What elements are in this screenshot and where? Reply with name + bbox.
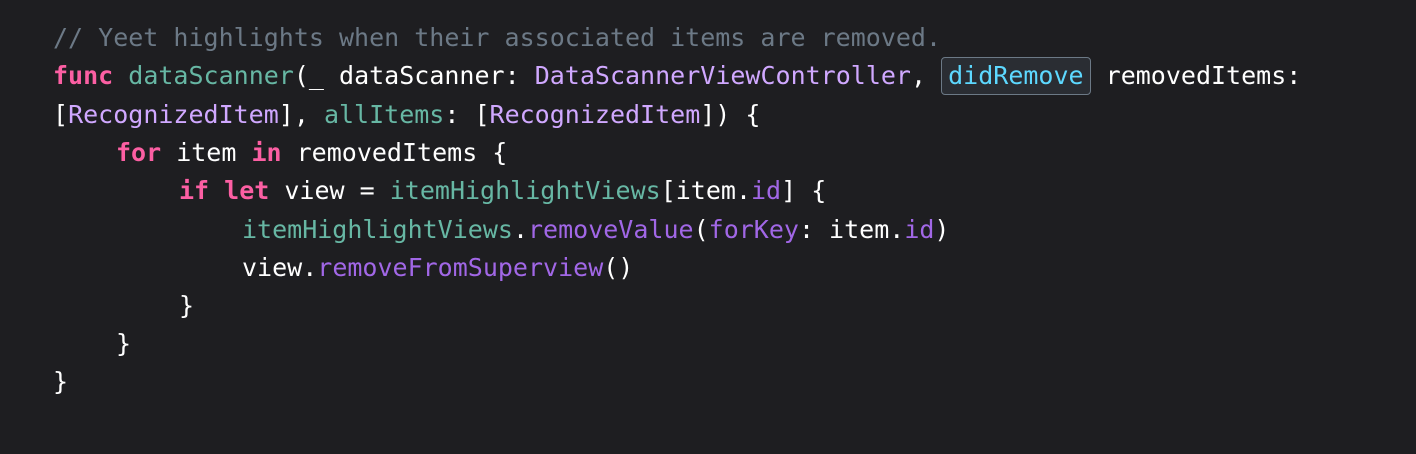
code-token: item: [161, 138, 252, 167]
code-token: : item.: [798, 215, 905, 244]
property-name: id: [904, 215, 935, 244]
keyword-for: for: [116, 138, 162, 167]
closing-brace: }: [179, 291, 195, 320]
code-token: view.: [242, 253, 318, 282]
param-name: removedItems: [1105, 61, 1287, 90]
code-token: ): [934, 215, 950, 244]
param-name: dataScanner: [339, 61, 505, 90]
code-token: (_: [293, 61, 340, 90]
code-token: removedItems {: [281, 138, 508, 167]
argument-label: allItems: [323, 100, 445, 129]
method-name: removeValue: [528, 215, 694, 244]
variable-name: itemHighlightViews: [389, 176, 661, 205]
method-name: removeFromSuperview: [317, 253, 604, 282]
code-token: ] {: [781, 176, 827, 205]
code-token: (: [693, 215, 709, 244]
code-line-7: view.removeFromSuperview(): [53, 249, 633, 287]
code-token: :: [1286, 61, 1302, 90]
code-line-4: for item in removedItems {: [53, 134, 507, 172]
code-token: ],: [278, 100, 324, 129]
code-token: ,: [911, 61, 942, 90]
function-name: dataScanner: [128, 61, 294, 90]
closing-brace: }: [53, 367, 69, 396]
code-comment: // Yeet highlights when their associated…: [53, 23, 942, 52]
type-name: RecognizedItem: [489, 100, 701, 129]
code-line-3: [RecognizedItem], allItems: [RecognizedI…: [53, 96, 760, 134]
keyword-if: if: [179, 176, 210, 205]
type-name: RecognizedItem: [68, 100, 279, 129]
keyword-let: let: [224, 176, 270, 205]
code-token: :: [444, 100, 475, 129]
code-line-10: }: [53, 363, 68, 401]
code-line-6: itemHighlightViews.removeValue(forKey: i…: [53, 211, 949, 249]
code-line-5: if let view = itemHighlightViews[item.id…: [53, 172, 826, 210]
code-token: .: [512, 215, 528, 244]
code-line-8: }: [53, 287, 194, 325]
code-token: view =: [269, 176, 390, 205]
keyword-func: func: [53, 61, 114, 90]
code-line-2: func dataScanner(_ dataScanner: DataScan…: [53, 57, 1301, 95]
variable-name: itemHighlightViews: [242, 215, 513, 244]
closing-brace: }: [116, 329, 132, 358]
argument-label: forKey: [708, 215, 799, 244]
keyword-in: in: [251, 138, 282, 167]
code-line-1: // Yeet highlights when their associated…: [53, 19, 941, 57]
param-type: DataScannerViewController: [534, 61, 911, 90]
code-token: [item.: [660, 176, 751, 205]
property-name: id: [751, 176, 782, 205]
highlighted-argument-label[interactable]: didRemove: [941, 57, 1091, 95]
code-token: [: [53, 100, 69, 129]
code-token: [: [474, 100, 490, 129]
code-token: (): [603, 253, 634, 282]
code-token: ]) {: [700, 100, 761, 129]
code-editor: // Yeet highlights when their associated…: [0, 0, 1416, 454]
code-token: :: [504, 61, 535, 90]
code-line-9: }: [53, 325, 131, 363]
